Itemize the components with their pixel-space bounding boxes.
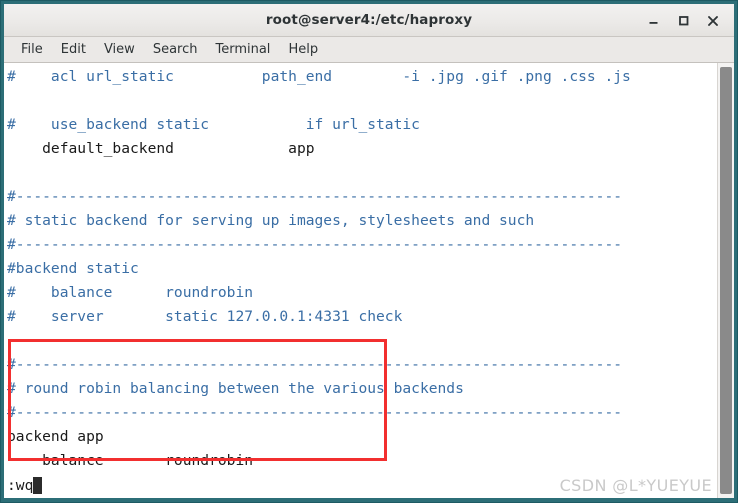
editor-line: #---------------------------------------… — [7, 236, 623, 253]
editor-line: #---------------------------------------… — [7, 404, 623, 421]
menu-item-edit[interactable]: Edit — [52, 40, 95, 59]
menu-item-file[interactable]: File — [12, 40, 52, 59]
minimize-icon — [649, 22, 657, 24]
watermark-label: CSDN @L*YUEYUE — [559, 476, 712, 495]
editor-line: balance roundrobin — [7, 452, 254, 469]
editor-line: # acl url_static path_end -i .jpg .gif .… — [7, 68, 631, 85]
editor-line: #---------------------------------------… — [7, 356, 623, 373]
window-title: root@server4:/etc/haproxy — [265, 12, 473, 28]
menu-item-view[interactable]: View — [95, 40, 144, 59]
vim-command-text: :wq — [7, 476, 34, 494]
menu-item-terminal[interactable]: Terminal — [206, 40, 279, 59]
minimize-button[interactable] — [638, 7, 668, 35]
editor-line: default_backend app — [7, 140, 315, 157]
editor-text-area[interactable]: # acl url_static path_end -i .jpg .gif .… — [4, 63, 717, 498]
editor-line: # server static 127.0.0.1:4331 check — [7, 308, 403, 325]
text-cursor — [33, 476, 43, 494]
editor-line: # use_backend static if url_static — [7, 116, 420, 133]
terminal-window: root@server4:/etc/haproxy File Edit View… — [0, 0, 738, 503]
editor-lines: # acl url_static path_end -i .jpg .gif .… — [4, 65, 717, 498]
menu-item-search[interactable]: Search — [144, 40, 207, 59]
maximize-button[interactable] — [668, 7, 698, 35]
close-icon — [708, 15, 718, 26]
maximize-icon — [678, 16, 688, 26]
window-titlebar[interactable]: root@server4:/etc/haproxy — [4, 4, 734, 37]
editor-line: backend app — [7, 428, 104, 445]
scrollbar-thumb[interactable] — [720, 67, 732, 494]
menubar: File Edit View Search Terminal Help — [4, 37, 734, 63]
editor-line: # balance roundrobin — [7, 284, 254, 301]
editor-line: #backend static — [7, 260, 139, 277]
terminal-body[interactable]: # acl url_static path_end -i .jpg .gif .… — [4, 63, 734, 498]
window-controls — [638, 4, 728, 37]
terminal-scrollbar[interactable] — [717, 63, 734, 498]
editor-line: # round robin balancing between the vari… — [7, 380, 464, 397]
menu-item-help[interactable]: Help — [279, 40, 327, 59]
editor-line: #---------------------------------------… — [7, 188, 623, 205]
editor-line: # static backend for serving up images, … — [7, 212, 535, 229]
close-button[interactable] — [698, 7, 728, 35]
